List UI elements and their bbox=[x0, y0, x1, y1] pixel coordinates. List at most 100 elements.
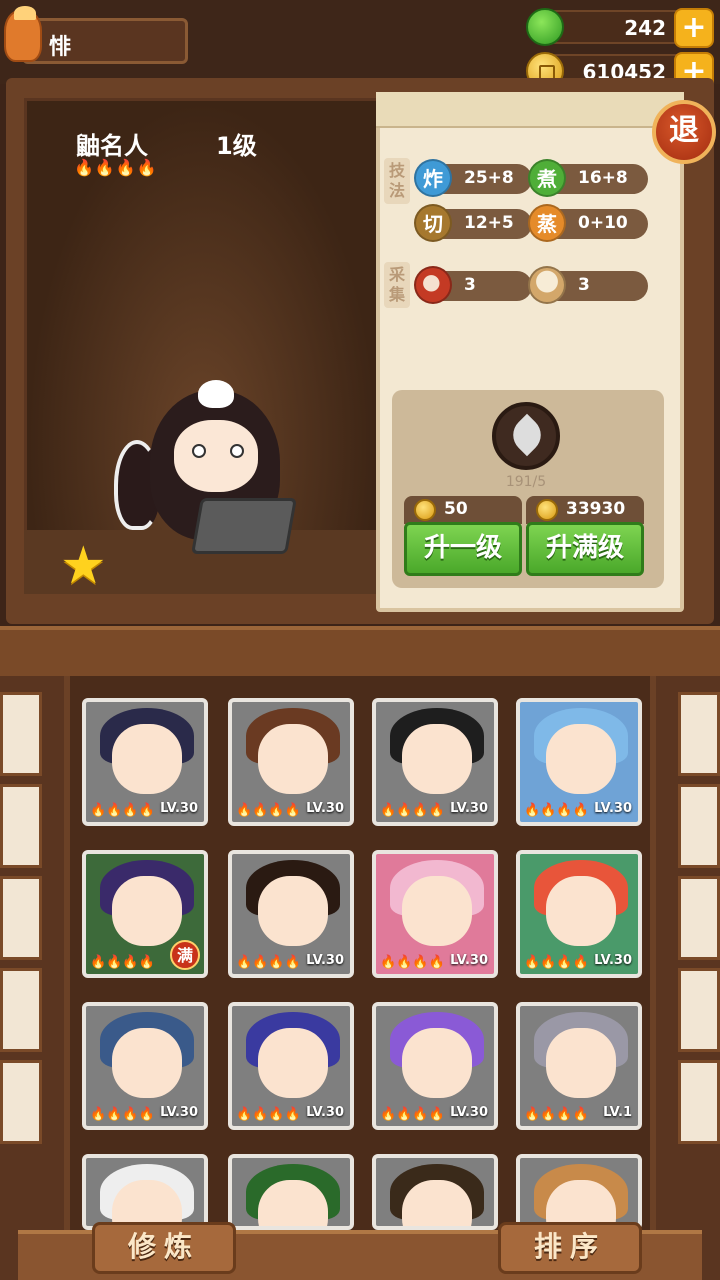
paper-screen bbox=[0, 692, 42, 776]
chef-card[interactable]: 🔥🔥🔥🔥 LV.30 bbox=[228, 698, 354, 826]
chef-rarity-flames: 🔥🔥🔥🔥 bbox=[74, 158, 158, 177]
chef-card-level: LV.30 bbox=[450, 1105, 488, 1120]
player-name-box[interactable]: 悱 bbox=[22, 18, 188, 64]
chef-face bbox=[402, 876, 472, 946]
max-level-badge: 满 bbox=[170, 940, 200, 970]
chef-card-flames: 🔥🔥🔥🔥 bbox=[236, 955, 301, 970]
chef-face bbox=[546, 876, 616, 946]
chef-card[interactable]: 🔥🔥🔥🔥 LV.30 bbox=[516, 698, 642, 826]
quit-button[interactable]: 退 bbox=[652, 100, 716, 164]
sort-button[interactable]: 排序 bbox=[498, 1222, 642, 1274]
chef-card-flames: 🔥🔥🔥🔥 bbox=[236, 1107, 301, 1122]
coin-icon bbox=[414, 499, 436, 521]
chef-card[interactable]: 🔥🔥🔥🔥 LV.30 bbox=[228, 850, 354, 978]
chef-face bbox=[112, 1028, 182, 1098]
skill-fry-value: 25+8 bbox=[464, 168, 514, 188]
chef-face bbox=[402, 724, 472, 794]
skills-label: 技法 bbox=[384, 158, 410, 204]
chef-card-flames: 🔥🔥🔥🔥 bbox=[380, 803, 445, 818]
flour-icon bbox=[528, 266, 566, 304]
chef-face bbox=[112, 724, 182, 794]
chef-card-flames: 🔥🔥🔥🔥 bbox=[380, 955, 445, 970]
paper-screen bbox=[678, 876, 720, 960]
upgrade-one-button[interactable]: 升一级 bbox=[404, 522, 522, 576]
chef-name: 鼬名人 bbox=[76, 132, 148, 160]
gather-flour-value: 3 bbox=[578, 275, 590, 295]
character-eye bbox=[230, 444, 244, 458]
paper-screen bbox=[0, 1060, 42, 1144]
chef-face bbox=[546, 1028, 616, 1098]
paper-screen bbox=[0, 784, 42, 868]
chef-card[interactable]: 🔥🔥🔥🔥 满 bbox=[82, 850, 208, 978]
chef-card-flames: 🔥🔥🔥🔥 bbox=[90, 803, 155, 818]
chef-avatar-icon[interactable] bbox=[4, 6, 42, 62]
chef-card-level: LV.30 bbox=[594, 953, 632, 968]
chef-card[interactable] bbox=[372, 1154, 498, 1230]
character-tuft bbox=[198, 380, 234, 408]
chef-card-level: LV.30 bbox=[306, 801, 344, 816]
chef-card[interactable] bbox=[228, 1154, 354, 1230]
gem-counter: 242 + bbox=[526, 8, 714, 48]
chef-face bbox=[402, 1180, 472, 1226]
chef-card-level: LV.30 bbox=[306, 1105, 344, 1120]
star-icon[interactable]: ★ bbox=[60, 540, 107, 592]
chef-card[interactable]: 🔥🔥🔥🔥 LV.30 bbox=[372, 1002, 498, 1130]
chef-character[interactable] bbox=[110, 380, 300, 560]
coin-icon bbox=[536, 499, 558, 521]
chef-card[interactable] bbox=[82, 1154, 208, 1230]
chef-card[interactable]: 🔥🔥🔥🔥 LV.30 bbox=[82, 698, 208, 826]
paper-screen bbox=[0, 968, 42, 1052]
skill-fry-badge: 炸 bbox=[414, 159, 452, 197]
chef-card-level: LV.30 bbox=[450, 953, 488, 968]
upgrade-one-cost: 50 bbox=[404, 496, 522, 524]
leaf-icon bbox=[492, 402, 560, 470]
chef-face bbox=[402, 1028, 472, 1098]
paper-screen bbox=[0, 876, 42, 960]
skill-cut-value: 12+5 bbox=[464, 213, 514, 233]
chef-face bbox=[258, 876, 328, 946]
chef-card[interactable] bbox=[516, 1154, 642, 1230]
chef-card-level: LV.30 bbox=[160, 1105, 198, 1120]
player-name: 悱 bbox=[49, 35, 72, 60]
chef-face bbox=[258, 724, 328, 794]
paper-screen bbox=[678, 692, 720, 776]
shelf-top bbox=[0, 626, 720, 676]
gem-icon bbox=[526, 8, 564, 46]
skill-boil-value: 16+8 bbox=[578, 168, 628, 188]
upgrade-max-cost: 33930 bbox=[526, 496, 644, 524]
chef-face bbox=[258, 1028, 328, 1098]
upgrade-max-button[interactable]: 升满级 bbox=[526, 522, 644, 576]
chef-card[interactable]: 🔥🔥🔥🔥 LV.1 bbox=[516, 1002, 642, 1130]
train-button[interactable]: 修炼 bbox=[92, 1222, 236, 1274]
chef-card[interactable]: 🔥🔥🔥🔥 LV.30 bbox=[516, 850, 642, 978]
skill-steam: 蒸 0+10 bbox=[528, 204, 648, 242]
chef-card[interactable]: 🔥🔥🔥🔥 LV.30 bbox=[372, 698, 498, 826]
chef-card-flames: 🔥🔥🔥🔥 bbox=[236, 803, 301, 818]
paper-screen bbox=[678, 968, 720, 1052]
chef-card-level: LV.30 bbox=[594, 801, 632, 816]
character-face bbox=[174, 420, 258, 492]
meat-icon bbox=[414, 266, 452, 304]
chef-card-flames: 🔥🔥🔥🔥 bbox=[524, 803, 589, 818]
gather-flour: 3 bbox=[528, 266, 648, 304]
chef-card-flames: 🔥🔥🔥🔥 bbox=[90, 1107, 155, 1122]
chef-card[interactable]: 🔥🔥🔥🔥 LV.30 bbox=[372, 850, 498, 978]
chef-card-level: LV.30 bbox=[160, 801, 198, 816]
chef-face bbox=[112, 876, 182, 946]
chef-card-level: LV.30 bbox=[306, 953, 344, 968]
skill-steam-badge: 蒸 bbox=[528, 204, 566, 242]
chef-card[interactable]: 🔥🔥🔥🔥 LV.30 bbox=[228, 1002, 354, 1130]
chef-card-level: LV.1 bbox=[603, 1105, 632, 1120]
chef-face bbox=[546, 724, 616, 794]
chef-level: 1级 bbox=[216, 132, 257, 160]
skill-steam-value: 0+10 bbox=[578, 213, 628, 233]
chef-card-flames: 🔥🔥🔥🔥 bbox=[524, 1107, 589, 1122]
paper-screen bbox=[678, 1060, 720, 1144]
add-gem-button[interactable]: + bbox=[674, 8, 714, 48]
chef-card[interactable]: 🔥🔥🔥🔥 LV.30 bbox=[82, 1002, 208, 1130]
character-eye bbox=[192, 444, 206, 458]
skill-boil: 煮 16+8 bbox=[528, 159, 648, 197]
gem-value: 242 bbox=[624, 16, 666, 40]
gather-label: 采集 bbox=[384, 262, 410, 308]
chef-card-flames: 🔥🔥🔥🔥 bbox=[90, 955, 155, 970]
